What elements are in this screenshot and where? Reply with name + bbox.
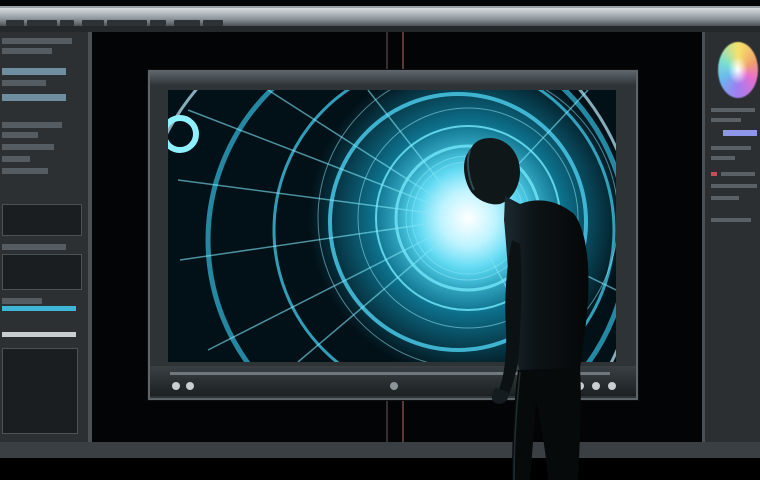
play-icon xyxy=(172,382,180,390)
floor xyxy=(0,458,760,480)
glowing-spiral-artwork xyxy=(168,90,616,362)
stop-icon xyxy=(186,382,194,390)
menubar-illegible-text xyxy=(6,11,246,26)
status-bar xyxy=(0,442,760,458)
playback-controls xyxy=(150,366,636,396)
media-viewer-window xyxy=(148,70,638,400)
app-menubar xyxy=(0,8,760,26)
artwork-preview xyxy=(168,90,616,362)
color-wheel-icon xyxy=(718,42,758,98)
viewer-titlebar xyxy=(150,72,636,86)
control-button xyxy=(576,382,584,390)
timeline-scrubber xyxy=(170,372,610,375)
left-tool-panel xyxy=(0,32,92,442)
control-button xyxy=(592,382,600,390)
loop-icon xyxy=(390,382,398,390)
control-button xyxy=(608,382,616,390)
photo-scene xyxy=(0,0,760,480)
